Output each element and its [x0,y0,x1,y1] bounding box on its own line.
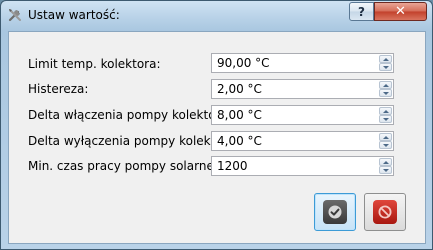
spin-down-icon[interactable] [379,89,392,97]
field-label-hysteresis: Histereza: [28,82,89,96]
min-pump-time-value[interactable]: 1200 [217,159,248,173]
field-label-min-pump-time: Min. czas pracy pompy solarnej [s]: [28,159,241,173]
min-pump-time-spinbox[interactable]: 1200 [211,156,394,176]
hysteresis-value[interactable]: 2,00 °C [217,82,262,96]
title-bar[interactable]: Ustaw wartość: ? ✕ [1,1,432,31]
hysteresis-spinbox[interactable]: 2,00 °C [211,79,394,99]
field-label-collector-limit: Limit temp. kolektora: [28,57,161,71]
spin-down-icon[interactable] [379,166,392,174]
window-title: Ustaw wartość: [28,8,120,22]
pump-off-delta-value[interactable]: 4,00 °C [217,134,262,148]
spin-up-icon[interactable] [379,158,392,166]
dialog-content: Limit temp. kolektora: 90,00 °C Histerez… [8,31,426,244]
pump-off-delta-spinbox[interactable]: 4,00 °C [211,131,394,151]
spin-down-icon[interactable] [379,141,392,149]
tools-icon [7,7,23,23]
spin-down-icon[interactable] [379,63,392,71]
pump-on-delta-value[interactable]: 8,00 °C [217,108,262,122]
collector-limit-value[interactable]: 90,00 °C [217,56,270,70]
dialog-window: Ustaw wartość: ? ✕ Limit temp. kolektora… [0,0,433,250]
spin-up-icon[interactable] [379,81,392,89]
spin-up-icon[interactable] [379,107,392,115]
pump-on-delta-spinbox[interactable]: 8,00 °C [211,105,394,125]
close-button[interactable]: ✕ [374,2,427,21]
close-icon: ✕ [395,4,406,19]
field-label-pump-off-delta: Delta wyłączenia pompy kolektora: [28,134,239,148]
help-button[interactable]: ? [349,2,374,21]
cancel-icon [373,200,397,224]
help-label: ? [358,4,365,19]
spin-up-icon[interactable] [379,133,392,141]
checkmark-icon [323,200,347,224]
field-label-pump-on-delta: Delta włączenia pompy kolektora: [28,108,232,122]
ok-button[interactable] [314,193,356,231]
collector-limit-spinbox[interactable]: 90,00 °C [211,53,394,73]
cancel-button[interactable] [364,193,406,231]
spin-down-icon[interactable] [379,115,392,123]
spin-up-icon[interactable] [379,55,392,63]
